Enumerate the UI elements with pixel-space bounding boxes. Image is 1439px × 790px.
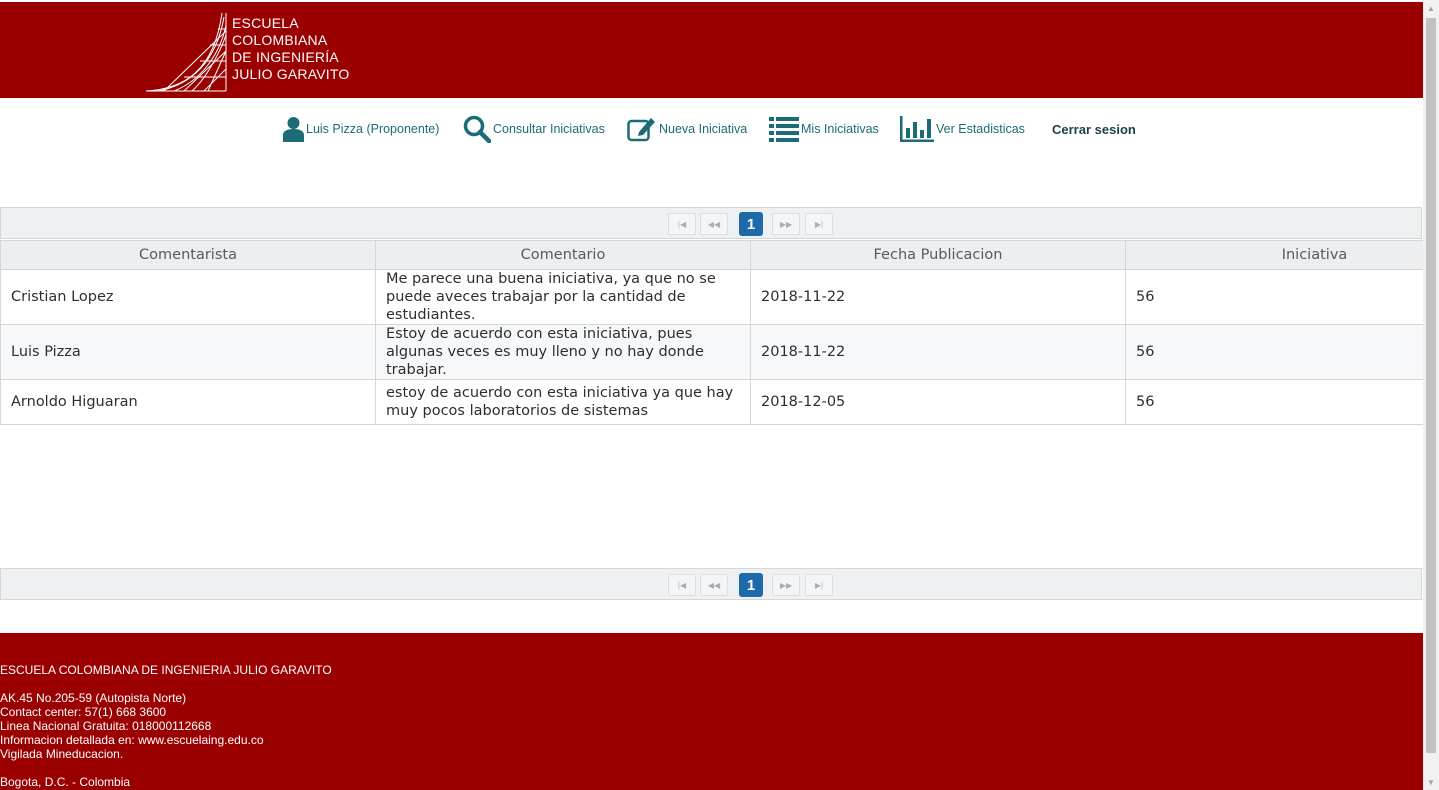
column-header-comentario[interactable]: Comentario (375, 240, 751, 270)
paginator-top: |◀ ◀◀ 1 ▶▶ ▶| (0, 207, 1422, 239)
next-page-icon[interactable]: ▶▶ (772, 213, 800, 235)
comments-table: Comentarista Comentario Fecha Publicacio… (0, 240, 1424, 425)
school-name-line: DE INGENIERÍA (232, 49, 339, 65)
cell-comentarista: Luis Pizza (0, 324, 376, 380)
page-scrollbar[interactable]: ▲ ▼ (1423, 0, 1439, 790)
user-icon (283, 117, 304, 142)
school-name-line: ESCUELA (232, 15, 299, 31)
nav-user[interactable]: Luis Pizza (Proponente) (283, 114, 439, 144)
cell-comentario: estoy de acuerdo con esta iniciativa ya … (375, 379, 751, 425)
previous-page-icon[interactable]: ◀◀ (700, 574, 728, 596)
list-icon (769, 117, 799, 142)
nav-mis-iniciativas[interactable]: Mis Iniciativas (769, 114, 879, 144)
nav-nueva-label: Nueva Iniciativa (659, 122, 748, 136)
footer-linea: Linea Nacional Gratuita: 018000112668 (0, 719, 212, 733)
cell-fecha: 2018-12-05 (750, 379, 1126, 425)
last-page-icon[interactable]: ▶| (805, 213, 833, 235)
scroll-down-arrow-icon[interactable]: ▼ (1423, 774, 1439, 790)
previous-page-icon[interactable]: ◀◀ (700, 213, 728, 235)
cell-fecha: 2018-11-22 (750, 269, 1126, 325)
edit-icon (627, 118, 655, 142)
site-footer: ESCUELA COLOMBIANA DE INGENIERIA JULIO G… (0, 633, 1423, 790)
bar-chart-icon (900, 116, 934, 142)
school-name: ESCUELA COLOMBIANA DE INGENIERÍA JULIO G… (232, 15, 349, 83)
search-icon (463, 115, 491, 143)
table-row[interactable]: Cristian Lopez Me parece una buena inici… (0, 269, 1424, 325)
nav-user-label: Luis Pizza (Proponente) (306, 122, 440, 136)
footer-address: AK.45 No.205-59 (Autopista Norte) (0, 691, 187, 705)
main-nav: Luis Pizza (Proponente) Consultar Inicia… (0, 110, 1423, 146)
school-name-line: COLOMBIANA (232, 32, 328, 48)
cell-comentarista: Arnoldo Higuaran (0, 379, 376, 425)
footer-school-name: ESCUELA COLOMBIANA DE INGENIERIA JULIO G… (0, 663, 332, 677)
column-header-fecha[interactable]: Fecha Publicacion (750, 240, 1126, 270)
scroll-up-arrow-icon[interactable]: ▲ (1423, 0, 1439, 16)
cell-fecha: 2018-11-22 (750, 324, 1126, 380)
nav-estadisticas-label: Ver Estadisticas (936, 122, 1025, 136)
footer-vigilada: Vigilada Mineducacion. (0, 747, 124, 761)
cell-iniciativa: 56 (1125, 269, 1424, 325)
table-row[interactable]: Luis Pizza Estoy de acuerdo con esta ini… (0, 324, 1424, 380)
school-name-line: JULIO GARAVITO (232, 66, 350, 82)
school-logo-icon[interactable] (144, 11, 228, 93)
cell-comentario: Me parece una buena iniciativa, ya que n… (375, 269, 751, 325)
cell-comentarista: Cristian Lopez (0, 269, 376, 325)
paginator-bottom: |◀ ◀◀ 1 ▶▶ ▶| (0, 568, 1422, 600)
site-header: ESCUELA COLOMBIANA DE INGENIERÍA JULIO G… (0, 2, 1423, 98)
first-page-icon[interactable]: |◀ (668, 213, 696, 235)
footer-contact: Contact center: 57(1) 668 3600 (0, 705, 167, 719)
cell-iniciativa: 56 (1125, 324, 1424, 380)
nav-mis-label: Mis Iniciativas (801, 122, 879, 136)
table-header-row: Comentarista Comentario Fecha Publicacio… (0, 240, 1424, 270)
footer-city: Bogota, D.C. - Colombia (0, 775, 131, 789)
last-page-icon[interactable]: ▶| (805, 574, 833, 596)
page-button[interactable]: 1 (739, 212, 763, 236)
nav-nueva-iniciativa[interactable]: Nueva Iniciativa (627, 114, 747, 144)
table-row[interactable]: Arnoldo Higuaran estoy de acuerdo con es… (0, 379, 1424, 425)
nav-consultar-iniciativas[interactable]: Consultar Iniciativas (463, 114, 605, 144)
cell-comentario: Estoy de acuerdo con esta iniciativa, pu… (375, 324, 751, 380)
column-header-iniciativa[interactable]: Iniciativa (1125, 240, 1424, 270)
footer-info: Informacion detallada en: www.escuelaing… (0, 733, 264, 747)
column-header-comentarista[interactable]: Comentarista (0, 240, 376, 270)
nav-ver-estadisticas[interactable]: Ver Estadisticas (900, 114, 1025, 144)
nav-consultar-label: Consultar Iniciativas (493, 122, 605, 136)
page-button[interactable]: 1 (739, 573, 763, 597)
cell-iniciativa: 56 (1125, 379, 1424, 425)
next-page-icon[interactable]: ▶▶ (772, 574, 800, 596)
scroll-thumb[interactable] (1426, 18, 1436, 753)
first-page-icon[interactable]: |◀ (668, 574, 696, 596)
logout-link[interactable]: Cerrar sesion (1052, 114, 1136, 144)
